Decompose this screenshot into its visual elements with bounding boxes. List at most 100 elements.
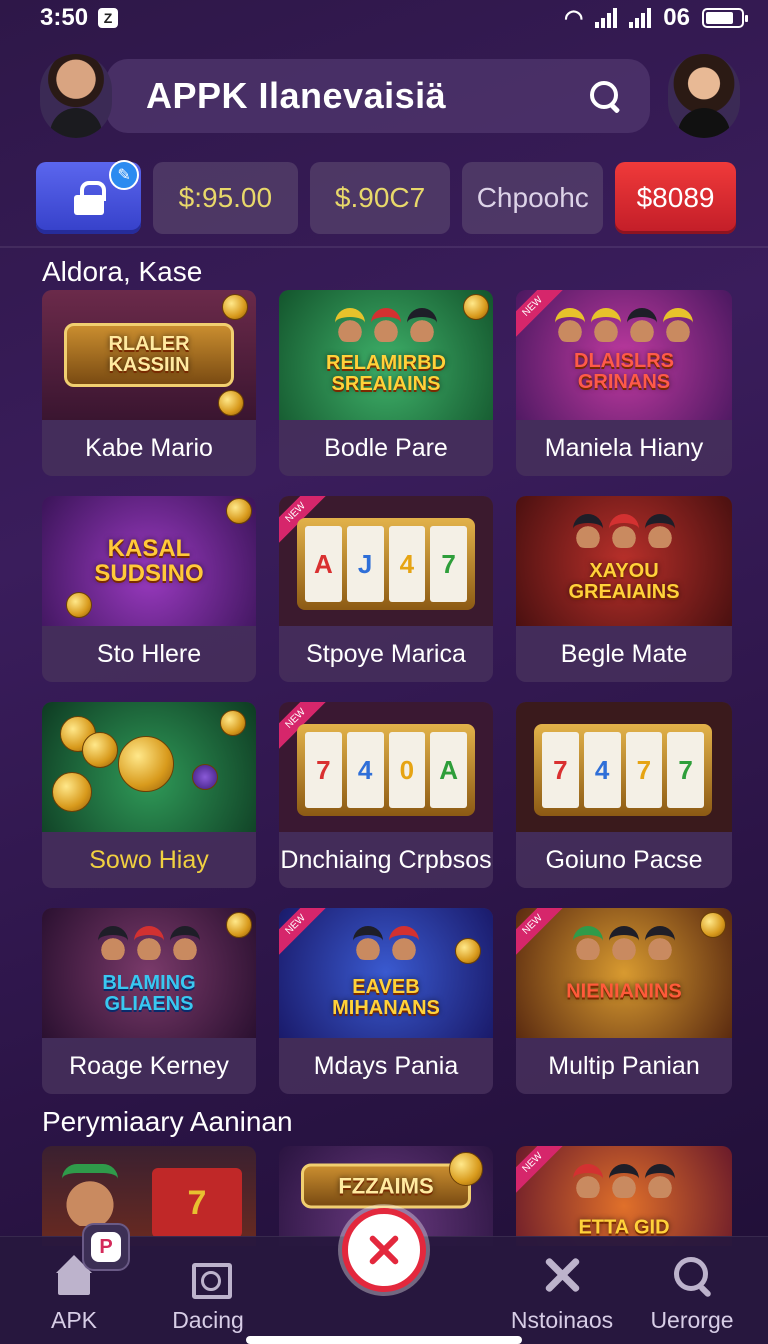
deposit-button[interactable]: $8089 [615,162,736,234]
reel-symbol: A [430,732,467,808]
tab-uerorge[interactable]: Uerorge [632,1255,752,1334]
wallet-row: ✎ $:95.00 $.90C7 Chpoohc $8089 [36,160,736,234]
section-title-2: Perymiaary Aaninan [42,1106,293,1137]
game-title: Stpoye Marica [306,639,466,668]
search-bar[interactable]: APPK Ilanevaisiä [106,59,650,133]
signal-icon [595,8,618,28]
reel-symbol: 0 [388,732,426,808]
game-title: Goiuno Pacse [545,845,703,874]
edit-icon[interactable]: ✎ [109,160,140,190]
character-icon [645,926,675,960]
game-card[interactable]: 7 [42,1146,256,1246]
reel-symbol: 4 [346,732,384,808]
character-icon [371,308,401,342]
battery-icon [702,8,748,28]
game-card[interactable]: NEW A J 4 7 Stpoye Marica [279,496,493,682]
character-icon [573,1164,603,1198]
section-title: Aldora, Kase [42,256,203,287]
game-card[interactable]: Sowo Hiay [42,702,256,888]
character-icon [353,926,383,960]
status-time: 3:50 [40,4,89,31]
game-title: Bodle Pare [324,433,448,462]
game-title: Kabe Mario [85,433,213,462]
game-thumbnail: XAYOU GREAIAINS [516,496,732,626]
character-icon [645,514,675,548]
game-thumbnail: NEW 7 4 0 A [279,702,493,832]
game-banner: NIENIANINS [566,980,682,1003]
character-icon [663,308,693,342]
close-button[interactable] [342,1208,426,1292]
game-card[interactable]: NEW NIENIANINS Multip Panian [516,908,732,1094]
reel-symbol: J [346,526,384,602]
game-title: Maniela Hiany [544,433,704,462]
header: APPK Ilanevaisiä [40,52,740,140]
character-icon [555,308,585,342]
tab-nstoinaos[interactable]: Nstoinaos [502,1255,622,1334]
game-title: Begle Mate [560,639,688,668]
lock-button[interactable]: ✎ [36,160,142,234]
character-icon [573,514,603,548]
tab-dacing[interactable]: Dacing [148,1255,268,1334]
character-group [279,308,493,342]
divider [0,246,768,248]
game-card[interactable]: NEW DLAISLRS GRINANS Maniela Hiany [516,290,732,476]
game-card[interactable]: NEW EAVEB MIHANANS Mdays Pania [279,908,493,1094]
character-icon [609,926,639,960]
user-avatar[interactable] [40,54,112,138]
character-group [42,926,256,960]
game-card[interactable]: RLALER KASSIIN Kabe Mario [42,290,256,476]
game-card[interactable]: NEW ETTA GID [516,1146,732,1246]
character-icon [407,308,437,342]
app-badge-icon[interactable] [82,1223,130,1271]
game-card[interactable]: BLAMING GLIAENS Roage Kerney [42,908,256,1094]
game-card[interactable]: RELAMIRBD SREAIAINS Bodle Pare [279,290,493,476]
game-card[interactable]: 7 4 7 7 Goiuno Pacse [516,702,732,888]
game-grid: RLALER KASSIIN Kabe Mario RELAMIRBD SREA… [42,290,732,1094]
game-banner: RLALER KASSIIN [64,323,234,387]
close-icon [367,1233,401,1267]
game-card[interactable]: KASAL SUDSINO Sto Hlere [42,496,256,682]
character-icon [335,308,365,342]
game-thumbnail: KASAL SUDSINO [42,496,256,626]
coin-icon [226,912,252,938]
reel-symbol: 7 [305,732,342,808]
search-icon[interactable] [588,79,622,113]
character-icon [98,926,128,960]
game-banner: RELAMIRBD SREAIAINS [326,352,446,395]
home-indicator[interactable] [246,1336,522,1344]
reel-symbol: 7 [542,732,579,808]
coin-icon [463,294,489,320]
signal-icon-2 [629,8,652,28]
character-icon [627,308,657,342]
balance-chip-2[interactable]: $.90C7 [309,162,451,234]
tab-label: Dacing [172,1307,244,1333]
status-right: ◠ 06 [564,4,748,32]
game-card[interactable]: NEW 7 4 0 A Dnchiaing Crpbsos [279,702,493,888]
game-thumbnail: NEW DLAISLRS GRINANS [516,290,732,420]
character-icon [170,926,200,960]
game-thumbnail: NEW NIENIANINS [516,908,732,1038]
game-title: Mdays Pania [313,1051,459,1080]
character-icon [609,514,639,548]
game-title: Sto Hlere [96,639,202,668]
profile-avatar[interactable] [668,54,740,138]
character-group [516,1164,732,1198]
slot-reels: A J 4 7 [297,518,475,610]
character-icon [645,1164,675,1198]
reel-symbol: 7 [667,732,704,808]
coin-icon [222,294,248,320]
checkout-chip[interactable]: Chpoohc [462,162,604,234]
game-banner: FZZAIMS [301,1163,471,1209]
game-banner: BLAMING GLIAENS [102,972,196,1015]
tools-icon [542,1255,582,1295]
game-card[interactable]: XAYOU GREAIAINS Begle Mate [516,496,732,682]
game-thumbnail: RELAMIRBD SREAIAINS [279,290,493,420]
camera-icon [188,1255,232,1299]
coin-icon [66,592,92,618]
game-title: Sowo Hiay [89,845,209,874]
tab-label: Uerorge [650,1307,734,1333]
coin-icon [220,710,246,736]
game-thumbnail: NEW A J 4 7 [279,496,493,626]
balance-chip-1[interactable]: $:95.00 [153,162,298,234]
coin-icon [52,772,92,812]
